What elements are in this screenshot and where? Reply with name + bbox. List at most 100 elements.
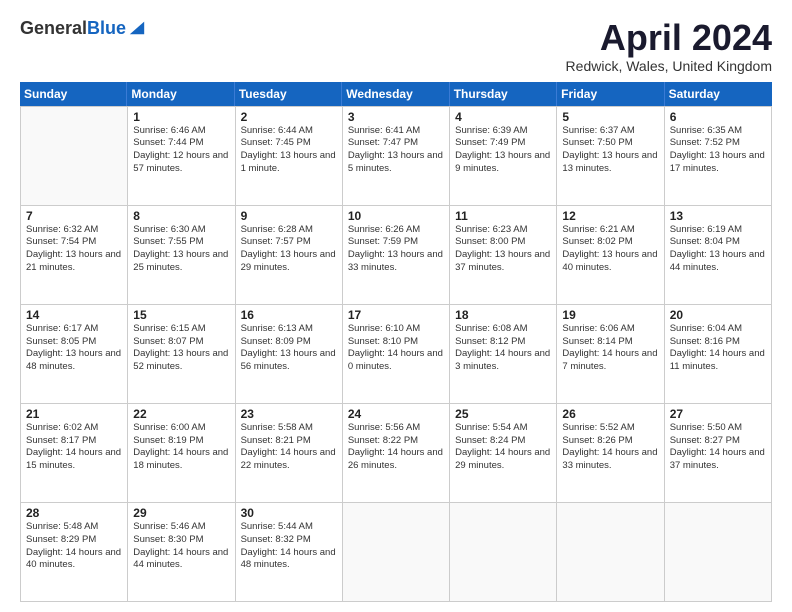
day-info: Sunrise: 6:06 AMSunset: 8:14 PMDaylight:… xyxy=(562,323,658,374)
weekday-header: Sunday xyxy=(20,82,127,106)
calendar-cell xyxy=(557,503,664,601)
calendar-cell: 19Sunrise: 6:06 AMSunset: 8:14 PMDayligh… xyxy=(557,305,664,403)
calendar-cell xyxy=(665,503,772,601)
calendar-cell: 2Sunrise: 6:44 AMSunset: 7:45 PMDaylight… xyxy=(236,107,343,205)
calendar-row: 14Sunrise: 6:17 AMSunset: 8:05 PMDayligh… xyxy=(21,305,772,404)
calendar-cell: 7Sunrise: 6:32 AMSunset: 7:54 PMDaylight… xyxy=(21,206,128,304)
weekday-header: Saturday xyxy=(665,82,772,106)
day-number: 17 xyxy=(348,308,444,322)
calendar-cell: 28Sunrise: 5:48 AMSunset: 8:29 PMDayligh… xyxy=(21,503,128,601)
day-info: Sunrise: 5:48 AMSunset: 8:29 PMDaylight:… xyxy=(26,521,122,572)
calendar-cell: 14Sunrise: 6:17 AMSunset: 8:05 PMDayligh… xyxy=(21,305,128,403)
day-number: 10 xyxy=(348,209,444,223)
day-number: 8 xyxy=(133,209,229,223)
day-info: Sunrise: 6:10 AMSunset: 8:10 PMDaylight:… xyxy=(348,323,444,374)
day-info: Sunrise: 6:30 AMSunset: 7:55 PMDaylight:… xyxy=(133,224,229,275)
weekday-header: Tuesday xyxy=(235,82,342,106)
calendar-row: 7Sunrise: 6:32 AMSunset: 7:54 PMDaylight… xyxy=(21,206,772,305)
day-info: Sunrise: 6:02 AMSunset: 8:17 PMDaylight:… xyxy=(26,422,122,473)
day-info: Sunrise: 6:39 AMSunset: 7:49 PMDaylight:… xyxy=(455,125,551,176)
day-number: 22 xyxy=(133,407,229,421)
day-info: Sunrise: 6:00 AMSunset: 8:19 PMDaylight:… xyxy=(133,422,229,473)
day-number: 29 xyxy=(133,506,229,520)
day-info: Sunrise: 5:50 AMSunset: 8:27 PMDaylight:… xyxy=(670,422,766,473)
day-info: Sunrise: 6:37 AMSunset: 7:50 PMDaylight:… xyxy=(562,125,658,176)
day-info: Sunrise: 6:32 AMSunset: 7:54 PMDaylight:… xyxy=(26,224,122,275)
day-number: 30 xyxy=(241,506,337,520)
day-number: 12 xyxy=(562,209,658,223)
day-info: Sunrise: 6:04 AMSunset: 8:16 PMDaylight:… xyxy=(670,323,766,374)
weekday-header: Wednesday xyxy=(342,82,449,106)
logo-general: GeneralBlue xyxy=(20,18,126,39)
calendar-cell: 12Sunrise: 6:21 AMSunset: 8:02 PMDayligh… xyxy=(557,206,664,304)
calendar-cell: 6Sunrise: 6:35 AMSunset: 7:52 PMDaylight… xyxy=(665,107,772,205)
day-number: 6 xyxy=(670,110,766,124)
day-number: 15 xyxy=(133,308,229,322)
day-info: Sunrise: 5:52 AMSunset: 8:26 PMDaylight:… xyxy=(562,422,658,473)
day-number: 26 xyxy=(562,407,658,421)
logo: GeneralBlue xyxy=(20,18,146,39)
day-info: Sunrise: 5:56 AMSunset: 8:22 PMDaylight:… xyxy=(348,422,444,473)
day-info: Sunrise: 5:54 AMSunset: 8:24 PMDaylight:… xyxy=(455,422,551,473)
day-info: Sunrise: 6:17 AMSunset: 8:05 PMDaylight:… xyxy=(26,323,122,374)
title-block: April 2024 Redwick, Wales, United Kingdo… xyxy=(566,18,772,74)
calendar-cell: 21Sunrise: 6:02 AMSunset: 8:17 PMDayligh… xyxy=(21,404,128,502)
calendar-cell: 13Sunrise: 6:19 AMSunset: 8:04 PMDayligh… xyxy=(665,206,772,304)
day-number: 4 xyxy=(455,110,551,124)
calendar-cell: 16Sunrise: 6:13 AMSunset: 8:09 PMDayligh… xyxy=(236,305,343,403)
day-info: Sunrise: 6:46 AMSunset: 7:44 PMDaylight:… xyxy=(133,125,229,176)
day-info: Sunrise: 6:26 AMSunset: 7:59 PMDaylight:… xyxy=(348,224,444,275)
day-number: 3 xyxy=(348,110,444,124)
day-info: Sunrise: 6:41 AMSunset: 7:47 PMDaylight:… xyxy=(348,125,444,176)
day-info: Sunrise: 6:23 AMSunset: 8:00 PMDaylight:… xyxy=(455,224,551,275)
calendar-cell xyxy=(450,503,557,601)
day-number: 16 xyxy=(241,308,337,322)
calendar-cell: 22Sunrise: 6:00 AMSunset: 8:19 PMDayligh… xyxy=(128,404,235,502)
day-number: 21 xyxy=(26,407,122,421)
calendar-header: SundayMondayTuesdayWednesdayThursdayFrid… xyxy=(20,82,772,106)
day-number: 9 xyxy=(241,209,337,223)
day-number: 25 xyxy=(455,407,551,421)
day-number: 1 xyxy=(133,110,229,124)
day-number: 24 xyxy=(348,407,444,421)
day-number: 5 xyxy=(562,110,658,124)
calendar-row: 21Sunrise: 6:02 AMSunset: 8:17 PMDayligh… xyxy=(21,404,772,503)
day-info: Sunrise: 6:15 AMSunset: 8:07 PMDaylight:… xyxy=(133,323,229,374)
day-number: 2 xyxy=(241,110,337,124)
day-number: 14 xyxy=(26,308,122,322)
month-title: April 2024 xyxy=(566,18,772,58)
day-info: Sunrise: 6:13 AMSunset: 8:09 PMDaylight:… xyxy=(241,323,337,374)
logo-icon xyxy=(128,18,146,36)
day-number: 11 xyxy=(455,209,551,223)
calendar-cell: 23Sunrise: 5:58 AMSunset: 8:21 PMDayligh… xyxy=(236,404,343,502)
calendar-cell: 15Sunrise: 6:15 AMSunset: 8:07 PMDayligh… xyxy=(128,305,235,403)
calendar-cell: 24Sunrise: 5:56 AMSunset: 8:22 PMDayligh… xyxy=(343,404,450,502)
day-number: 19 xyxy=(562,308,658,322)
day-number: 18 xyxy=(455,308,551,322)
day-number: 20 xyxy=(670,308,766,322)
day-info: Sunrise: 6:35 AMSunset: 7:52 PMDaylight:… xyxy=(670,125,766,176)
calendar-cell: 1Sunrise: 6:46 AMSunset: 7:44 PMDaylight… xyxy=(128,107,235,205)
calendar-cell: 18Sunrise: 6:08 AMSunset: 8:12 PMDayligh… xyxy=(450,305,557,403)
calendar-cell: 11Sunrise: 6:23 AMSunset: 8:00 PMDayligh… xyxy=(450,206,557,304)
weekday-header: Friday xyxy=(557,82,664,106)
day-info: Sunrise: 6:21 AMSunset: 8:02 PMDaylight:… xyxy=(562,224,658,275)
calendar-cell: 4Sunrise: 6:39 AMSunset: 7:49 PMDaylight… xyxy=(450,107,557,205)
calendar-cell: 29Sunrise: 5:46 AMSunset: 8:30 PMDayligh… xyxy=(128,503,235,601)
calendar-cell: 8Sunrise: 6:30 AMSunset: 7:55 PMDaylight… xyxy=(128,206,235,304)
day-info: Sunrise: 6:19 AMSunset: 8:04 PMDaylight:… xyxy=(670,224,766,275)
day-number: 28 xyxy=(26,506,122,520)
calendar-cell: 10Sunrise: 6:26 AMSunset: 7:59 PMDayligh… xyxy=(343,206,450,304)
calendar-cell: 26Sunrise: 5:52 AMSunset: 8:26 PMDayligh… xyxy=(557,404,664,502)
day-number: 13 xyxy=(670,209,766,223)
day-info: Sunrise: 5:44 AMSunset: 8:32 PMDaylight:… xyxy=(241,521,337,572)
day-info: Sunrise: 6:28 AMSunset: 7:57 PMDaylight:… xyxy=(241,224,337,275)
calendar-cell xyxy=(343,503,450,601)
day-number: 27 xyxy=(670,407,766,421)
calendar-body: 1Sunrise: 6:46 AMSunset: 7:44 PMDaylight… xyxy=(20,106,772,602)
day-info: Sunrise: 5:46 AMSunset: 8:30 PMDaylight:… xyxy=(133,521,229,572)
day-number: 23 xyxy=(241,407,337,421)
calendar-row: 1Sunrise: 6:46 AMSunset: 7:44 PMDaylight… xyxy=(21,107,772,206)
calendar-cell: 3Sunrise: 6:41 AMSunset: 7:47 PMDaylight… xyxy=(343,107,450,205)
calendar-cell: 20Sunrise: 6:04 AMSunset: 8:16 PMDayligh… xyxy=(665,305,772,403)
